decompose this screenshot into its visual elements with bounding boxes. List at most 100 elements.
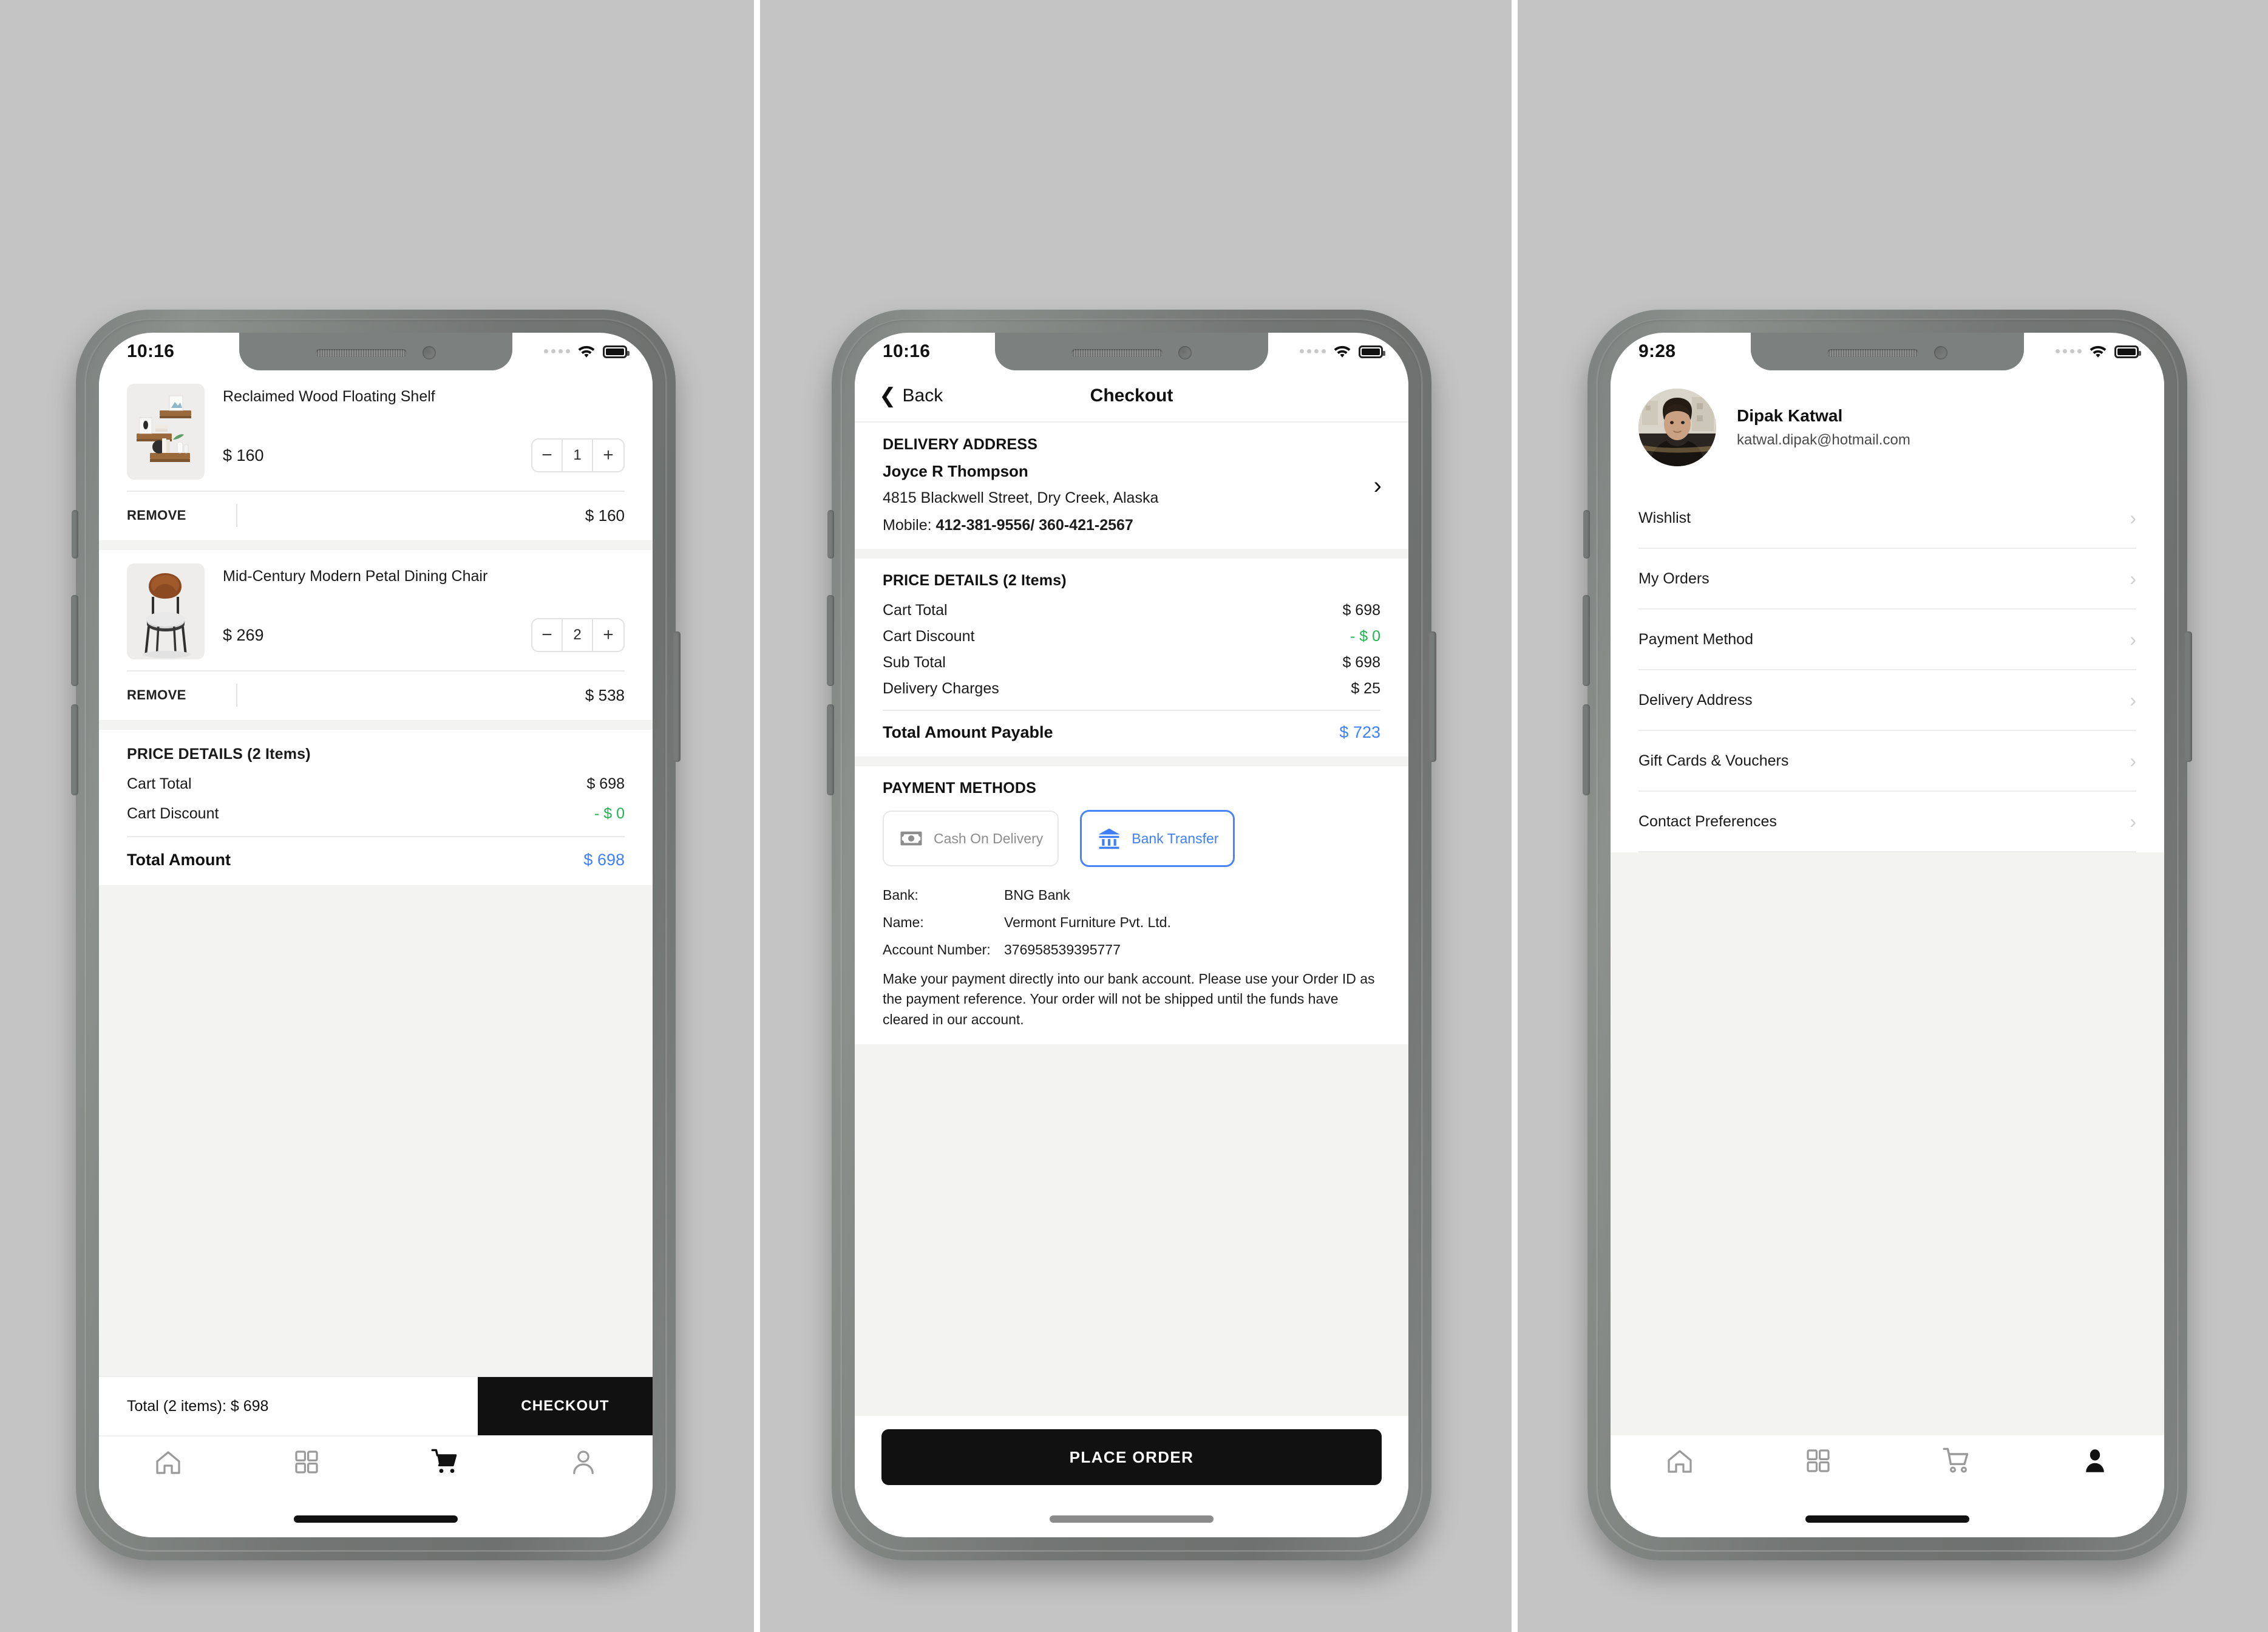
power-button[interactable] bbox=[673, 631, 681, 762]
volume-up-button[interactable] bbox=[71, 595, 78, 686]
power-button[interactable] bbox=[2185, 631, 2192, 762]
wifi-icon bbox=[2090, 345, 2107, 358]
nav-item-categories[interactable] bbox=[1749, 1446, 1887, 1475]
volume-up-button[interactable] bbox=[827, 595, 834, 686]
product-thumbnail-shelf bbox=[127, 384, 205, 480]
profile-screen: 9:28 Dipak Katwal katwal.dipak@hotmail.c… bbox=[1611, 333, 2164, 1537]
cart-item-row[interactable]: Mid-Century Modern Petal Dining Chair $ … bbox=[99, 550, 653, 659]
quantity-stepper[interactable]: − 2 + bbox=[531, 618, 625, 652]
mute-switch[interactable] bbox=[72, 510, 78, 559]
bank-detail-key: Bank: bbox=[883, 887, 918, 903]
price-row-label: Cart Total bbox=[127, 775, 192, 792]
increase-quantity-button[interactable]: + bbox=[593, 619, 623, 651]
home-icon bbox=[1668, 1450, 1692, 1473]
cart-item-remove-row: REMOVE $ 538 bbox=[99, 672, 653, 720]
volume-up-button[interactable] bbox=[1583, 595, 1590, 686]
grid-categories-icon bbox=[1807, 1449, 1830, 1472]
increase-quantity-button[interactable]: + bbox=[593, 440, 623, 471]
delivery-address-heading: DELIVERY ADDRESS bbox=[883, 436, 1038, 453]
remove-button[interactable]: REMOVE bbox=[127, 508, 186, 523]
phone-mockup-profile: 9:28 Dipak Katwal katwal.dipak@hotmail.c… bbox=[1583, 310, 2192, 1560]
menu-item-payment-method[interactable]: Payment Method › bbox=[1638, 610, 2136, 670]
bank-detail-value: BNG Bank bbox=[1004, 887, 1070, 903]
price-row-label: Sub Total bbox=[883, 654, 946, 671]
quantity-stepper[interactable]: − 1 + bbox=[531, 438, 625, 472]
cart-item-row[interactable]: Reclaimed Wood Floating Shelf $ 160 − 1 … bbox=[99, 370, 653, 480]
home-indicator[interactable] bbox=[294, 1515, 458, 1523]
cart-screen: 10:16 Reclaimed Wood Floating Shelf $ 16… bbox=[99, 333, 653, 1537]
decrease-quantity-button[interactable]: − bbox=[532, 619, 563, 651]
product-title: Reclaimed Wood Floating Shelf bbox=[223, 388, 435, 405]
volume-down-button[interactable] bbox=[827, 704, 834, 795]
menu-item-label: Gift Cards & Vouchers bbox=[1638, 752, 1789, 769]
cart-content: Reclaimed Wood Floating Shelf $ 160 − 1 … bbox=[99, 370, 653, 1537]
cart-icon bbox=[431, 1449, 457, 1473]
mute-switch[interactable] bbox=[1583, 510, 1590, 559]
remove-row-divider bbox=[236, 504, 237, 527]
price-row: Cart Total $ 698 bbox=[883, 602, 1380, 619]
checkout-button[interactable]: CHECKOUT bbox=[478, 1377, 653, 1435]
price-row-label: Cart Discount bbox=[883, 628, 975, 645]
remove-row-divider bbox=[236, 684, 237, 707]
screenshot-stage: 10:16 Reclaimed Wood Floating Shelf $ 16… bbox=[0, 0, 2268, 1632]
bank-detail-row: Account Number: 376958539395777 bbox=[883, 942, 1380, 958]
nav-item-categories[interactable] bbox=[237, 1447, 376, 1477]
price-row: Delivery Charges $ 25 bbox=[883, 680, 1380, 698]
volume-down-button[interactable] bbox=[1583, 704, 1590, 795]
nav-item-cart[interactable] bbox=[1887, 1446, 2026, 1475]
power-button[interactable] bbox=[1429, 631, 1436, 762]
status-clock: 9:28 bbox=[1638, 341, 1676, 361]
cash-banknote-icon bbox=[900, 831, 922, 846]
product-unit-price: $ 269 bbox=[223, 625, 264, 644]
avatar[interactable] bbox=[1638, 389, 1716, 466]
delivery-address-section[interactable]: DELIVERY ADDRESS Joyce R Thompson 4815 B… bbox=[855, 423, 1408, 549]
back-button[interactable]: ❮ Back bbox=[879, 386, 943, 406]
place-order-button[interactable]: PLACE ORDER bbox=[881, 1429, 1382, 1485]
payment-option-cash-on-delivery[interactable]: Cash On Delivery bbox=[883, 811, 1059, 866]
price-row-value: $ 698 bbox=[1342, 654, 1380, 671]
menu-item-gift-cards-vouchers[interactable]: Gift Cards & Vouchers › bbox=[1638, 731, 2136, 792]
home-indicator[interactable] bbox=[1050, 1515, 1214, 1523]
home-indicator-area bbox=[1611, 1509, 2164, 1537]
nav-item-home[interactable] bbox=[99, 1447, 237, 1477]
section-gap-band bbox=[855, 549, 1408, 559]
phone-mockup-checkout: 10:16 ❮ Back Checkout DELIVERY ADDRESS J… bbox=[827, 310, 1436, 1560]
quantity-value: 1 bbox=[563, 440, 593, 471]
bottom-nav-bar bbox=[99, 1435, 653, 1509]
menu-item-wishlist[interactable]: Wishlist › bbox=[1638, 488, 2136, 549]
mute-switch[interactable] bbox=[827, 510, 834, 559]
remove-button[interactable]: REMOVE bbox=[127, 687, 186, 703]
volume-down-button[interactable] bbox=[71, 704, 78, 795]
menu-item-delivery-address[interactable]: Delivery Address › bbox=[1638, 670, 2136, 731]
profile-header: Dipak Katwal katwal.dipak@hotmail.com bbox=[1611, 370, 2164, 488]
checkout-price-details-section: PRICE DETAILS (2 Items) Cart Total $ 698… bbox=[855, 559, 1408, 756]
empty-scroll-area bbox=[1611, 852, 2164, 1435]
home-indicator[interactable] bbox=[1805, 1515, 1969, 1523]
mobile-line: Mobile: 412-381-9556/ 360-421-2567 bbox=[883, 517, 1380, 534]
line-total: $ 160 bbox=[585, 506, 625, 525]
nav-item-cart[interactable] bbox=[376, 1447, 514, 1477]
nav-item-home[interactable] bbox=[1611, 1446, 1749, 1475]
price-details-section: PRICE DETAILS (2 Items) Cart Total $ 698… bbox=[99, 730, 653, 885]
chevron-right-icon: › bbox=[2130, 811, 2136, 832]
profile-content: Dipak Katwal katwal.dipak@hotmail.com Wi… bbox=[1611, 370, 2164, 1537]
panel-divider-2 bbox=[1512, 0, 1518, 1632]
menu-item-label: My Orders bbox=[1638, 570, 1709, 587]
decrease-quantity-button[interactable]: − bbox=[532, 440, 563, 471]
signal-dots-icon bbox=[1300, 348, 1326, 355]
menu-item-my-orders[interactable]: My Orders › bbox=[1638, 549, 2136, 610]
nav-item-profile[interactable] bbox=[2026, 1446, 2164, 1475]
bank-detail-key: Name: bbox=[883, 914, 924, 930]
price-row-value: - $ 0 bbox=[594, 805, 625, 822]
line-total: $ 538 bbox=[585, 685, 625, 704]
price-row-value: $ 698 bbox=[586, 775, 625, 792]
total-amount-label: Total Amount bbox=[127, 851, 231, 869]
payment-option-bank-transfer[interactable]: Bank Transfer bbox=[1081, 811, 1235, 866]
wifi-icon bbox=[1334, 345, 1351, 358]
chevron-right-icon[interactable]: › bbox=[1374, 474, 1382, 498]
wifi-icon bbox=[578, 345, 595, 358]
chevron-right-icon: › bbox=[2130, 628, 2136, 650]
nav-item-profile[interactable] bbox=[514, 1447, 653, 1477]
menu-item-label: Payment Method bbox=[1638, 630, 1753, 648]
menu-item-contact-preferences[interactable]: Contact Preferences › bbox=[1638, 792, 2136, 852]
